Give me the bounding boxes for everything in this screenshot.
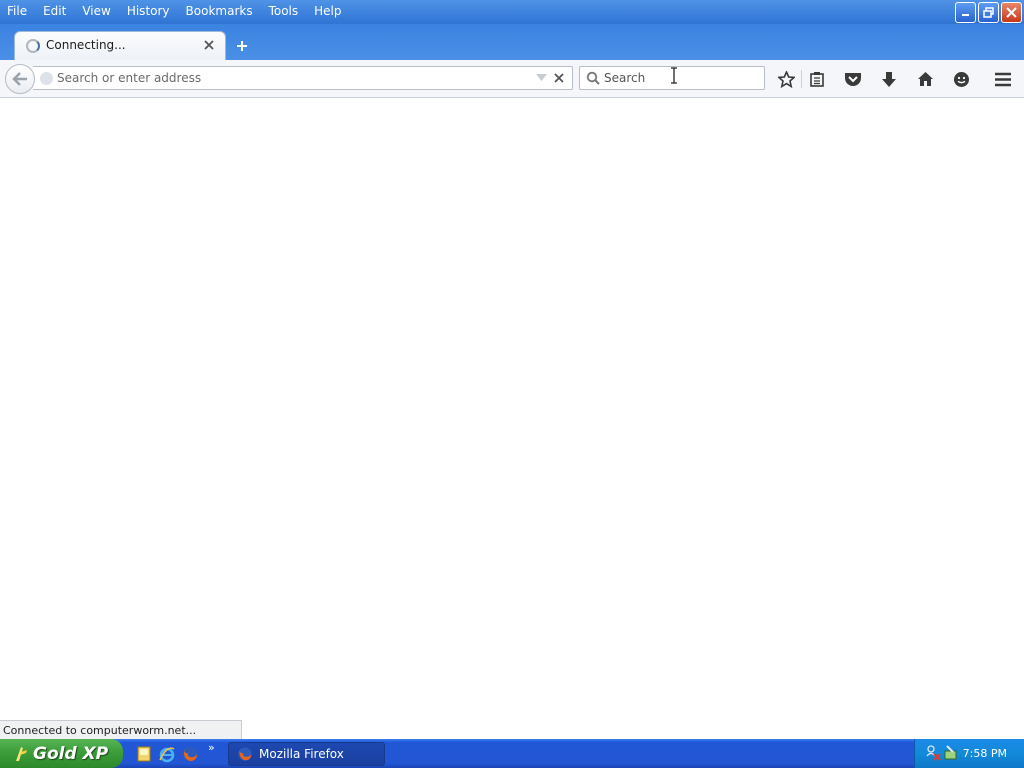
menu-help[interactable]: Help (306, 0, 349, 22)
menu-tools[interactable]: Tools (261, 0, 307, 22)
bookmark-star-icon (777, 70, 795, 88)
stop-loading-icon[interactable] (553, 72, 565, 84)
restore-button[interactable] (978, 2, 999, 23)
open-menu-button[interactable] (991, 67, 1015, 91)
taskbar: Gold XP » Mozilla Firefox 7:58 PM (0, 739, 1024, 768)
tab-title: Connecting... (46, 38, 126, 52)
hello-icon (953, 71, 969, 87)
back-button[interactable] (5, 64, 35, 94)
start-label: Gold XP (33, 743, 109, 764)
close-window-button[interactable] (1001, 2, 1022, 23)
navigation-toolbar (0, 60, 1024, 98)
safely-remove-hardware-icon[interactable] (943, 744, 959, 762)
firefox-icon (238, 747, 252, 761)
new-tab-button[interactable] (232, 36, 252, 56)
minimize-icon (962, 14, 969, 16)
system-tray: 7:58 PM (914, 739, 1024, 768)
quicklaunch-more[interactable]: » (208, 741, 215, 754)
restore-icon (983, 7, 994, 18)
bookmark-star-button[interactable] (774, 67, 798, 91)
start-logo-icon (16, 746, 27, 761)
plus-icon (237, 41, 247, 51)
hello-button[interactable] (949, 67, 973, 91)
window-controls (955, 2, 1022, 23)
menu-bookmarks[interactable]: Bookmarks (178, 0, 261, 22)
page-content-area[interactable] (0, 99, 1024, 739)
toolbar-separator (801, 70, 802, 88)
home-button[interactable] (913, 67, 937, 91)
menu-file[interactable]: File (0, 0, 35, 22)
back-arrow-icon (12, 72, 27, 86)
tab-close-icon[interactable] (203, 39, 215, 51)
title-bar: File Edit View History Bookmarks Tools H… (0, 0, 1024, 24)
url-bar[interactable] (33, 66, 573, 90)
home-icon (917, 72, 933, 86)
loading-spinner-icon (26, 39, 40, 53)
pocket-icon (845, 73, 861, 86)
downloads-button[interactable] (877, 67, 901, 91)
tab-strip: Connecting... (0, 24, 1024, 60)
tab-active[interactable]: Connecting... (14, 31, 226, 60)
close-icon (1006, 7, 1017, 18)
search-icon (586, 71, 600, 85)
menu-bar: File Edit View History Bookmarks Tools H… (0, 0, 350, 22)
download-icon (882, 71, 896, 87)
search-input[interactable] (604, 67, 754, 89)
reading-list-button[interactable] (805, 67, 829, 91)
taskbar-item-label: Mozilla Firefox (259, 747, 344, 761)
minimize-button[interactable] (955, 2, 976, 23)
status-panel: Connected to computerworm.net... (0, 720, 242, 739)
network-disconnected-icon[interactable] (925, 744, 941, 762)
clock[interactable]: 7:58 PM (963, 747, 1007, 760)
start-button[interactable]: Gold XP (0, 739, 123, 768)
menu-history[interactable]: History (119, 0, 178, 22)
taskbar-item-firefox[interactable]: Mozilla Firefox (228, 742, 385, 766)
reading-list-icon (810, 72, 824, 87)
firefox-quicklaunch-icon[interactable] (181, 745, 199, 763)
show-desktop-icon[interactable] (135, 745, 153, 763)
pocket-button[interactable] (841, 67, 865, 91)
url-dropdown-icon[interactable] (536, 74, 547, 82)
internet-explorer-icon[interactable] (158, 745, 176, 763)
identity-icon (40, 72, 53, 85)
menu-edit[interactable]: Edit (35, 0, 74, 22)
url-input[interactable] (56, 67, 526, 89)
text-cursor-icon (671, 67, 677, 84)
menu-view[interactable]: View (74, 0, 118, 22)
menu-icon (995, 72, 1011, 86)
